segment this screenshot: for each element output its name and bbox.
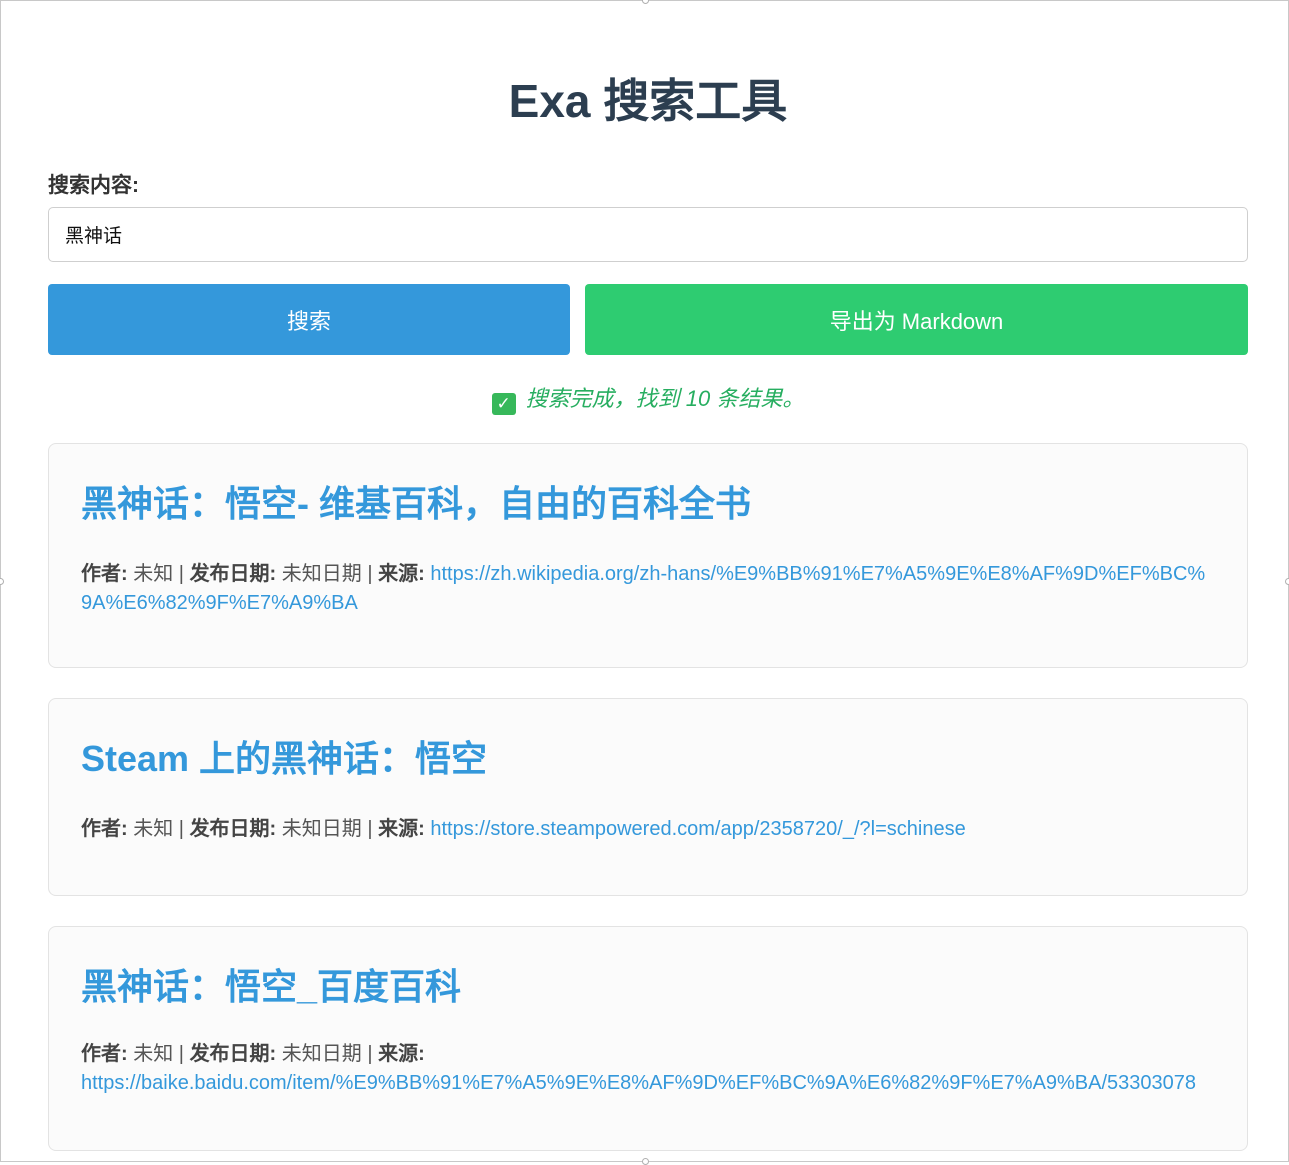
result-meta: 作者: 未知 | 发布日期: 未知日期 | 来源: https://store.… xyxy=(81,815,1215,844)
status-text: 搜索完成，找到 10 条结果。 xyxy=(525,386,805,411)
date-label: 发布日期: xyxy=(189,818,277,840)
resize-handle-right[interactable] xyxy=(1285,578,1289,585)
date-value: 未知日期 xyxy=(281,818,362,840)
search-input[interactable] xyxy=(48,207,1248,262)
resize-handle-top[interactable] xyxy=(642,0,649,4)
source-label: 来源: xyxy=(378,818,425,840)
export-markdown-button[interactable]: 导出为 Markdown xyxy=(585,284,1248,355)
separator: | xyxy=(178,563,184,585)
search-label: 搜索内容: xyxy=(48,174,139,197)
date-label: 发布日期: xyxy=(189,1043,277,1065)
result-card: 黑神话：悟空- 维基百科，自由的百科全书 作者: 未知 | 发布日期: 未知日期… xyxy=(48,443,1248,668)
result-title[interactable]: 黑神话：悟空- 维基百科，自由的百科全书 xyxy=(81,482,751,526)
source-link[interactable]: https://store.steampowered.com/app/23587… xyxy=(430,818,965,840)
author-value: 未知 xyxy=(133,818,174,840)
result-card: 黑神话：悟空_百度百科 作者: 未知 | 发布日期: 未知日期 | 来源: htt… xyxy=(48,926,1248,1151)
result-title[interactable]: 黑神话：悟空_百度百科 xyxy=(81,965,461,1009)
date-value: 未知日期 xyxy=(281,1043,362,1065)
author-value: 未知 xyxy=(133,1043,174,1065)
date-label: 发布日期: xyxy=(189,563,277,585)
separator: | xyxy=(367,818,373,840)
source-label: 来源: xyxy=(378,563,425,585)
date-value: 未知日期 xyxy=(281,563,362,585)
separator: | xyxy=(178,818,184,840)
separator: | xyxy=(178,1043,184,1065)
status-message: ✓ 搜索完成，找到 10 条结果。 xyxy=(48,381,1248,415)
resize-handle-left[interactable] xyxy=(0,578,4,585)
result-card: Steam 上的黑神话：悟空 作者: 未知 | 发布日期: 未知日期 | 来源:… xyxy=(48,698,1248,896)
result-meta: 作者: 未知 | 发布日期: 未知日期 | 来源: https://baike.b… xyxy=(81,1040,1215,1098)
result-title[interactable]: Steam 上的黑神话：悟空 xyxy=(81,737,487,781)
app-window: Exa 搜索工具 搜索内容: 搜索 导出为 Markdown ✓ 搜索完成，找到 … xyxy=(0,0,1289,1165)
source-link[interactable]: https://baike.baidu.com/item/%E9%BB%91%E… xyxy=(81,1072,1196,1094)
separator: | xyxy=(367,563,373,585)
source-label: 来源: xyxy=(378,1043,425,1065)
separator: | xyxy=(367,1043,373,1065)
author-label: 作者: xyxy=(81,818,128,840)
check-icon: ✓ xyxy=(491,393,516,415)
search-button[interactable]: 搜索 xyxy=(48,284,570,355)
author-label: 作者: xyxy=(81,563,128,585)
page-title: Exa 搜索工具 xyxy=(508,75,788,127)
author-label: 作者: xyxy=(81,1043,128,1065)
author-value: 未知 xyxy=(133,563,174,585)
result-meta: 作者: 未知 | 发布日期: 未知日期 | 来源: https://zh.wik… xyxy=(81,560,1215,618)
